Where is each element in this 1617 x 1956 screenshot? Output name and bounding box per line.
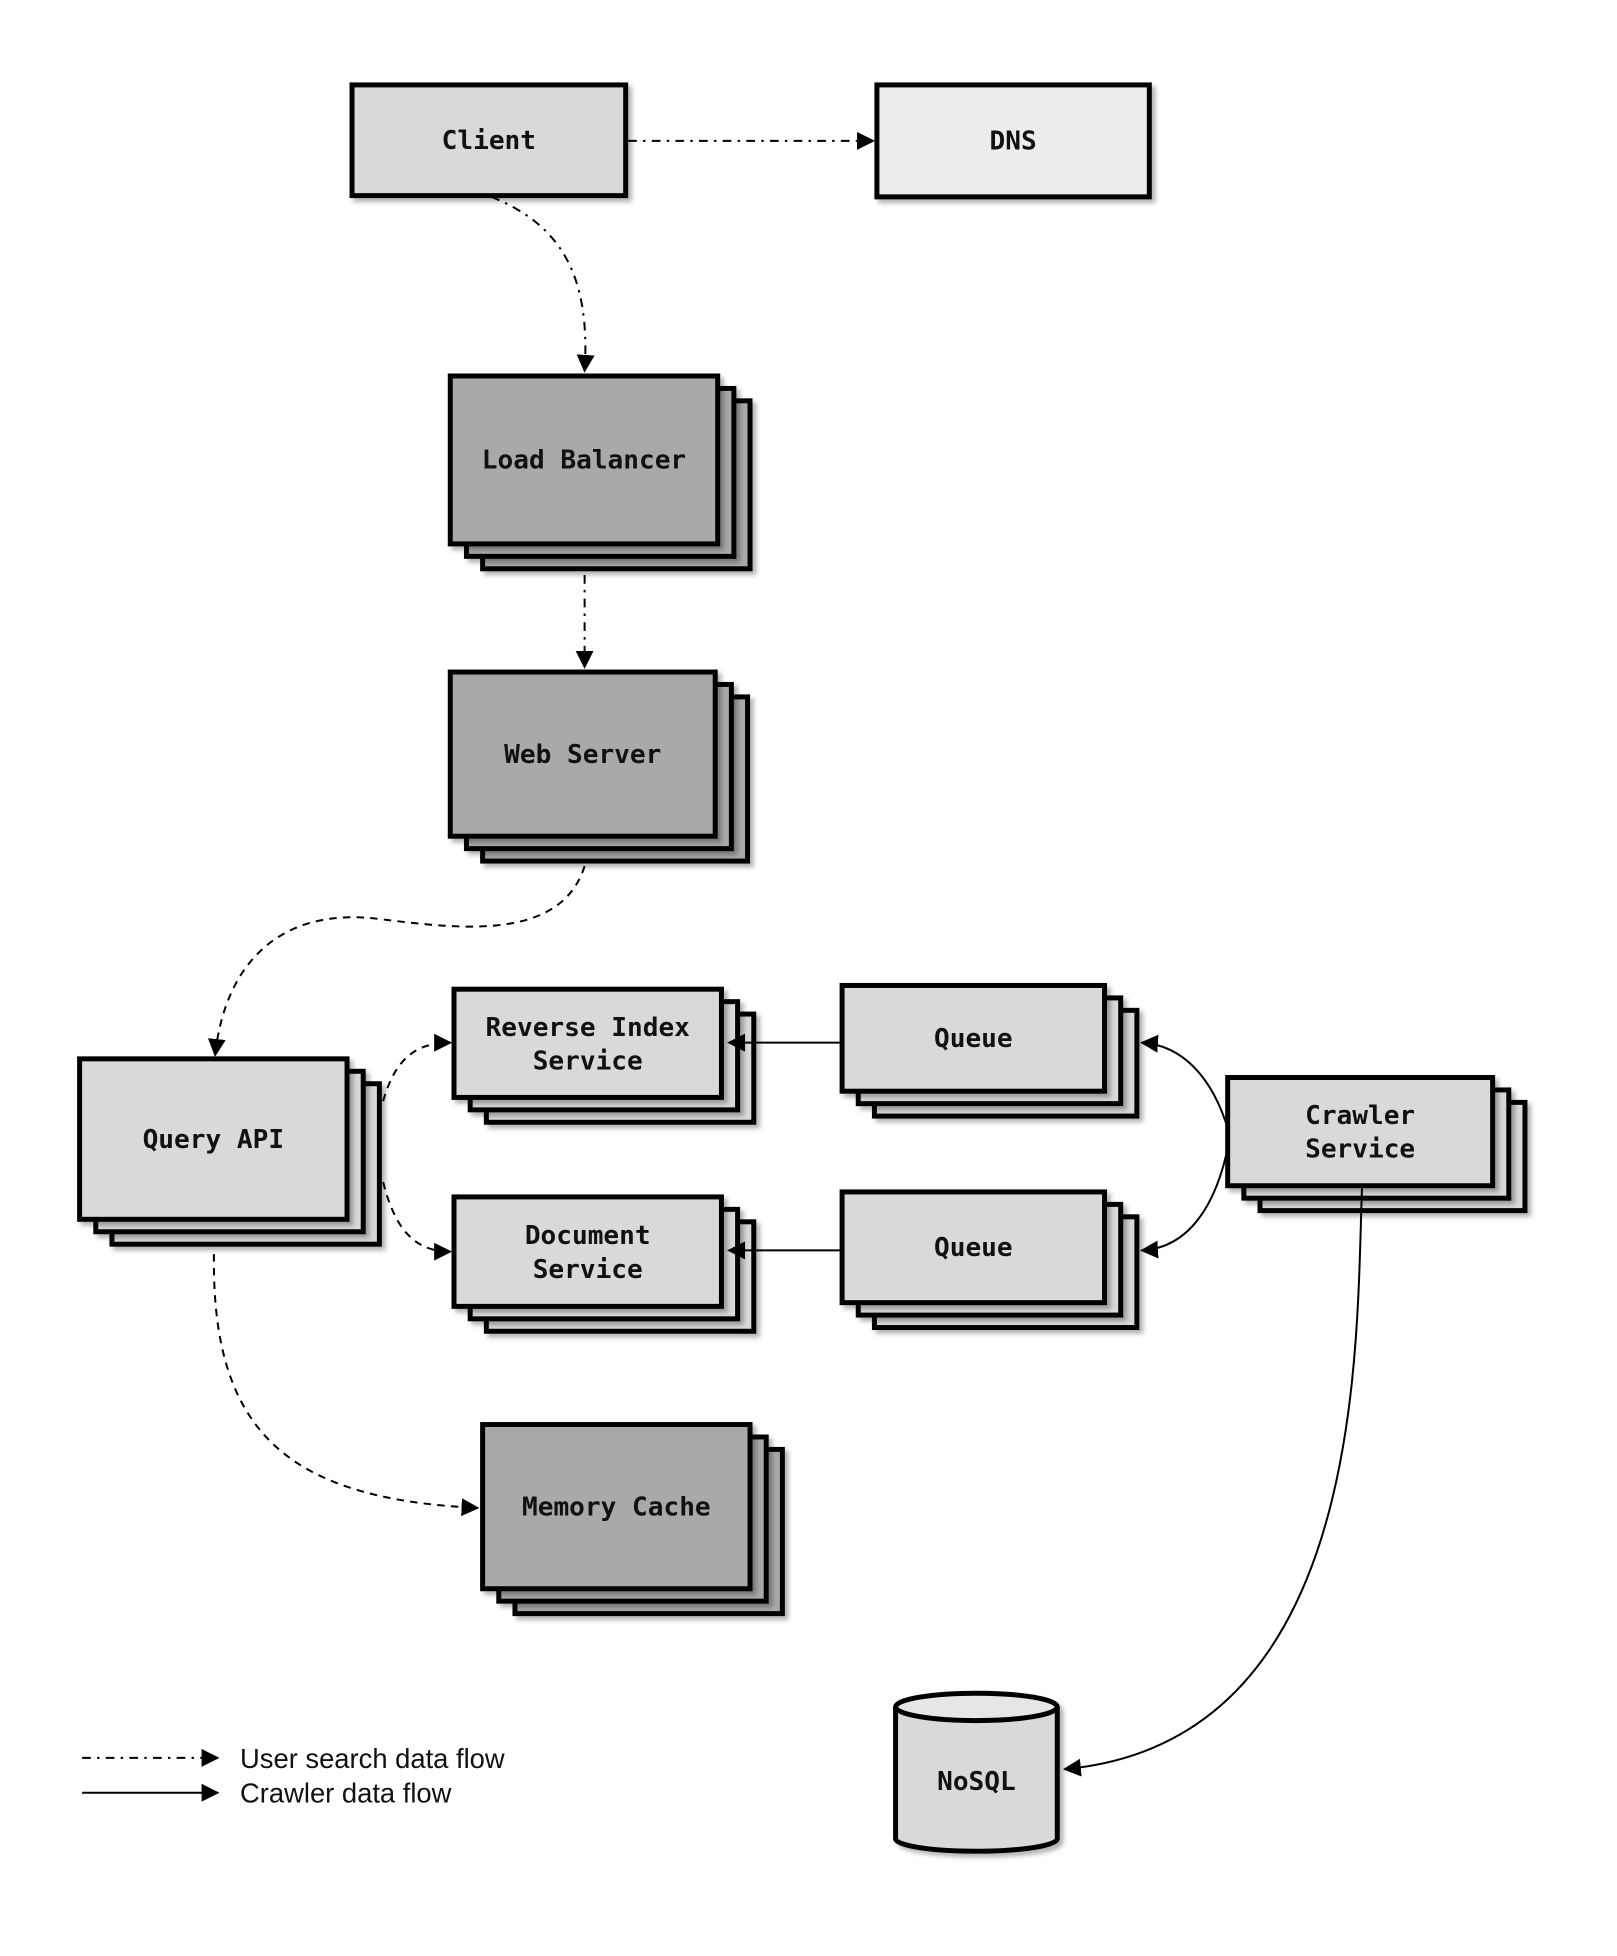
node-load-balancer[interactable]: Load Balancer	[447, 373, 753, 572]
architecture-diagram: Client DNS Load Balancer Web Server Query AP…	[0, 0, 1617, 1956]
crawler-label: Service	[1305, 1135, 1415, 1165]
document-label: Service	[533, 1255, 643, 1285]
node-queue-bottom[interactable]: Queue	[839, 1189, 1140, 1331]
edge-queryapi-reverseindex	[382, 1033, 453, 1102]
edge-queryapi-document	[382, 1181, 453, 1261]
load-balancer-label: Load Balancer	[482, 446, 686, 476]
client-label: Client	[442, 126, 536, 156]
node-web-server[interactable]: Web Server	[447, 669, 751, 864]
reverse-index-label: Service	[533, 1046, 643, 1076]
queue-top-label: Queue	[934, 1024, 1013, 1054]
box-front	[1225, 1075, 1496, 1189]
document-label: Document	[525, 1221, 651, 1251]
edge-client-loadbalancer	[490, 195, 595, 373]
node-document[interactable]: Document Service	[451, 1194, 757, 1334]
legend-user-flow-label: User search data flow	[240, 1743, 505, 1774]
box-front	[451, 1194, 724, 1309]
node-client[interactable]: Client	[349, 82, 629, 199]
legend: User search data flow Crawler data flow	[82, 1743, 505, 1809]
dns-label: DNS	[990, 127, 1037, 157]
node-queue-top[interactable]: Queue	[839, 982, 1140, 1119]
node-query-api[interactable]: Query API	[77, 1056, 382, 1247]
nosql-label: NoSQL	[937, 1767, 1016, 1797]
query-api-label: Query API	[143, 1125, 284, 1155]
edge-queryapi-memorycache	[212, 1254, 480, 1517]
node-crawler[interactable]: Crawler Service	[1225, 1075, 1528, 1214]
crawler-label: Crawler	[1305, 1101, 1415, 1131]
edge-crawler-queue-bottom	[1140, 1141, 1230, 1259]
node-memory-cache[interactable]: Memory Cache	[480, 1422, 785, 1617]
reverse-index-label: Reverse Index	[486, 1013, 691, 1043]
edge-crawler-queue-top	[1140, 1034, 1230, 1133]
web-server-label: Web Server	[504, 740, 661, 770]
node-dns[interactable]: DNS	[874, 82, 1152, 200]
node-reverse-index[interactable]: Reverse IndexService	[451, 986, 757, 1125]
box-front	[451, 986, 724, 1100]
diagram-canvas: Client DNS Load Balancer Web Server Query AP…	[77, 82, 1528, 1854]
legend-crawler-flow-label: Crawler data flow	[240, 1778, 452, 1809]
queue-bottom-label: Queue	[934, 1233, 1013, 1263]
memory-cache-label: Memory Cache	[522, 1492, 711, 1522]
